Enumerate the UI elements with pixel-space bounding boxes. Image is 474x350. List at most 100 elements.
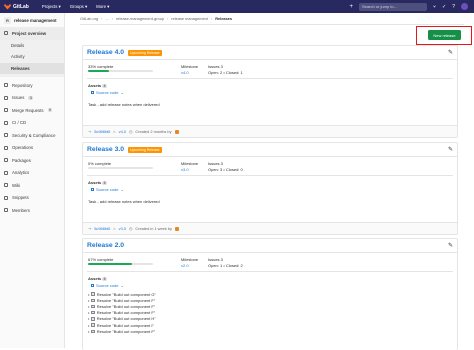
release-title[interactable]: Release 3.0	[87, 146, 124, 153]
progress-label: 67% complete	[88, 257, 114, 262]
sidebar-item-packages[interactable]: Packages	[0, 154, 64, 167]
mr-count-badge: 0	[47, 108, 53, 113]
sidebar-item-operations[interactable]: Operations	[0, 142, 64, 155]
release-card: Release 2.0 ✎ 67% complete Milestone v2.…	[82, 238, 458, 350]
description-line: Task - add release notes when delivered	[88, 198, 160, 204]
clock-icon: ◷	[129, 129, 133, 134]
sidebar-item-members[interactable]: Members	[0, 204, 64, 217]
created-info: Created 2 months by	[135, 129, 172, 134]
release-footer: ⊸ 5c986fd5 ⌂ v4.0 ◷ Created 2 months by	[83, 125, 457, 137]
sidebar-item-project-overview[interactable]: Project overview	[0, 27, 64, 40]
breadcrumb-ellipsis[interactable]: ...	[105, 16, 108, 21]
merge-request-icon	[4, 108, 8, 113]
issues-summary: Open: 2 • Closed: 1	[208, 70, 243, 75]
sidebar-item-security[interactable]: Security & Compliance	[0, 129, 64, 142]
breadcrumb-current: Releases	[215, 15, 233, 21]
project-avatar: R	[4, 16, 11, 24]
assets-label: Assets	[88, 276, 102, 281]
release-title[interactable]: Release 4.0	[87, 49, 124, 56]
assets-count: 4	[102, 277, 108, 281]
file-icon	[91, 283, 94, 288]
gitlab-tanuki-icon	[4, 3, 11, 10]
assets-count: 4	[102, 84, 108, 88]
progress-bar	[88, 263, 153, 265]
commit-icon: ⊸	[88, 129, 92, 134]
nav-groups[interactable]: Groups ▾	[70, 4, 87, 10]
breadcrumb-group[interactable]: release-management-group	[116, 16, 164, 21]
nav-more[interactable]: More ▾	[96, 4, 109, 10]
progress-label: 0% complete	[88, 161, 112, 166]
sidebar-subitem-activity[interactable]: Activity	[0, 51, 64, 63]
tag-icon: ⌂	[113, 129, 116, 134]
checkbox-icon[interactable]	[91, 304, 95, 309]
assets-count: 4	[102, 181, 108, 185]
new-release-button[interactable]: New release	[428, 30, 461, 40]
milestone-label: Milestone	[181, 257, 199, 262]
sidebar-item-analytics[interactable]: Analytics	[0, 167, 64, 180]
project-name: release management	[14, 17, 57, 23]
sidebar-item-merge-requests[interactable]: Merge Requests 0	[0, 104, 64, 117]
release-title[interactable]: Release 2.0	[87, 242, 124, 249]
edit-pencil-icon[interactable]: ✎	[448, 146, 453, 153]
milestone-link[interactable]: v3.0	[181, 167, 189, 172]
sidebar-item-snippets[interactable]: Snippets	[0, 192, 64, 205]
sidebar-item-issues[interactable]: Issues 3	[0, 92, 64, 105]
checkbox-icon[interactable]	[91, 317, 95, 321]
tag-icon: ⌂	[113, 226, 116, 231]
issues-label: Issues 3	[208, 161, 223, 166]
issues-label: Issues 3	[208, 257, 223, 262]
gitlab-logo[interactable]: GitLab	[4, 3, 29, 10]
author-avatar[interactable]	[174, 129, 179, 134]
milestone-label: Milestone	[181, 64, 199, 69]
progress-bar	[88, 167, 153, 169]
release-card: Release 4.0 Upcoming Release ✎ 33% compl…	[82, 45, 458, 138]
chevron-down-icon: ⌄	[120, 90, 124, 95]
sidebar-project-header[interactable]: R release management	[0, 13, 64, 27]
issues-count-badge: 3	[28, 95, 34, 100]
help-icon[interactable]: ?	[452, 4, 455, 10]
breadcrumb: GitLab.org › ... › release-management-grou…	[80, 15, 233, 21]
merge-request-icon[interactable]: ⑂	[433, 4, 436, 10]
issues-icon	[4, 95, 8, 100]
breadcrumb-project[interactable]: release management	[171, 16, 208, 21]
nav-projects[interactable]: Projects ▾	[42, 4, 61, 10]
issues-label: Issues 3	[208, 64, 223, 69]
tag-link[interactable]: v3.0	[119, 226, 126, 231]
breadcrumb-gitlab-org[interactable]: GitLab.org	[80, 16, 98, 21]
release-footer: ⊸ 5c986fd5 ⌂ v3.0 ◷ Created in 1 week by	[83, 222, 457, 234]
milestone-label: Milestone	[181, 161, 199, 166]
plus-icon[interactable]: +	[349, 4, 353, 10]
checkbox-icon[interactable]	[91, 329, 95, 333]
progress-label: 33% complete	[88, 64, 114, 69]
description-line: Task - add release notes when delivered	[88, 101, 160, 107]
todo-check-icon[interactable]: ✓	[442, 4, 446, 10]
search-input[interactable]: Search or jump to...	[359, 2, 427, 11]
file-icon	[91, 187, 94, 192]
assets-label: Assets	[88, 180, 102, 185]
users-icon	[4, 208, 8, 213]
edit-pencil-icon[interactable]: ✎	[448, 49, 453, 56]
tag-link[interactable]: v4.0	[119, 129, 126, 134]
sidebar-subitem-details[interactable]: Details	[0, 40, 64, 52]
commit-sha[interactable]: 5c986fd5	[94, 226, 110, 231]
book-icon	[4, 183, 8, 188]
milestone-link[interactable]: v2.0	[181, 263, 189, 268]
sidebar-item-ci-cd[interactable]: CI / CD	[0, 117, 64, 130]
sidebar-item-repository[interactable]: Repository	[0, 79, 64, 92]
checkbox-icon[interactable]	[91, 323, 95, 327]
checkbox-icon[interactable]	[91, 292, 95, 296]
checkbox-icon[interactable]	[91, 310, 95, 315]
author-avatar[interactable]	[174, 226, 179, 231]
milestone-link[interactable]: v4.0	[181, 70, 189, 75]
edit-pencil-icon[interactable]: ✎	[448, 242, 453, 249]
package-icon	[4, 158, 8, 163]
checklist-item: • Resolve "Build out component F"	[88, 328, 156, 334]
home-icon	[4, 31, 8, 36]
status-badge: Upcoming Release	[128, 146, 162, 153]
checkbox-icon[interactable]	[91, 298, 95, 302]
sidebar-subitem-releases[interactable]: Releases	[0, 62, 64, 74]
user-avatar[interactable]	[461, 3, 468, 10]
commit-sha[interactable]: 5c986fd5	[94, 129, 110, 134]
sidebar-item-wiki[interactable]: Wiki	[0, 179, 64, 192]
release-card: Release 3.0 Upcoming Release ✎ 0% comple…	[82, 142, 458, 235]
